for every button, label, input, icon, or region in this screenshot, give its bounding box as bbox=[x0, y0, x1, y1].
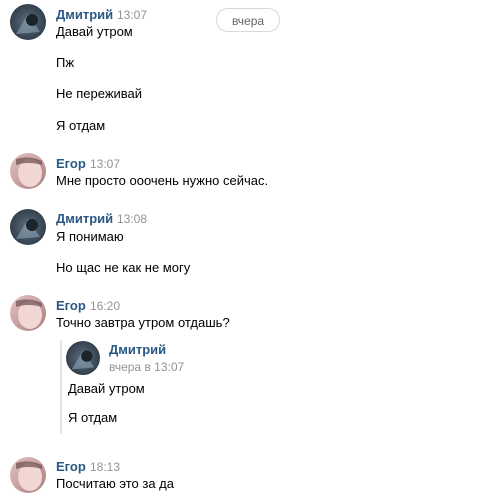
message-text: Пж bbox=[56, 55, 75, 70]
message-time: 13:07 bbox=[117, 8, 148, 22]
message-time: 16:20 bbox=[90, 299, 121, 313]
message-text: Я понимаю bbox=[56, 229, 124, 244]
forwarded-message-text: Давай утром bbox=[68, 381, 145, 396]
forwarded-avatar-dmitry-icon[interactable] bbox=[66, 341, 100, 375]
author-name[interactable]: Дмитрий bbox=[56, 211, 113, 226]
message-text: Мне просто ооочень нужно сейчас. bbox=[56, 173, 269, 188]
message-text: Я отдам bbox=[56, 118, 106, 133]
author-name[interactable]: Егор bbox=[56, 298, 86, 313]
forwarded-time: вчера в 13:07 bbox=[109, 360, 185, 374]
message-time: 18:13 bbox=[90, 460, 121, 474]
forwarded-quote-bar bbox=[60, 340, 62, 434]
forwarded-author-name[interactable]: Дмитрий bbox=[109, 342, 166, 357]
message-text: Посчитаю это за да bbox=[56, 476, 174, 491]
date-divider: вчера bbox=[216, 8, 280, 32]
author-name[interactable]: Егор bbox=[56, 459, 86, 474]
message-text: Не переживай bbox=[56, 86, 143, 101]
user-avatar-dmitry-icon[interactable] bbox=[10, 4, 46, 40]
author-name[interactable]: Дмитрий bbox=[56, 7, 113, 22]
user-avatar-egor-icon[interactable] bbox=[10, 153, 46, 189]
user-avatar-dmitry-icon[interactable] bbox=[10, 209, 46, 245]
user-avatar-egor-icon[interactable] bbox=[10, 295, 46, 331]
message-time: 13:07 bbox=[90, 157, 121, 171]
message-text: Но щас не как не могу bbox=[56, 260, 191, 275]
message-text: Точно завтра утром отдашь? bbox=[56, 315, 230, 330]
user-avatar-egor-icon[interactable] bbox=[10, 457, 46, 493]
forwarded-message-text: Я отдам bbox=[68, 410, 118, 425]
message-text: Давай утром bbox=[56, 24, 133, 39]
author-name[interactable]: Егор bbox=[56, 156, 86, 171]
message-time: 13:08 bbox=[117, 212, 148, 226]
